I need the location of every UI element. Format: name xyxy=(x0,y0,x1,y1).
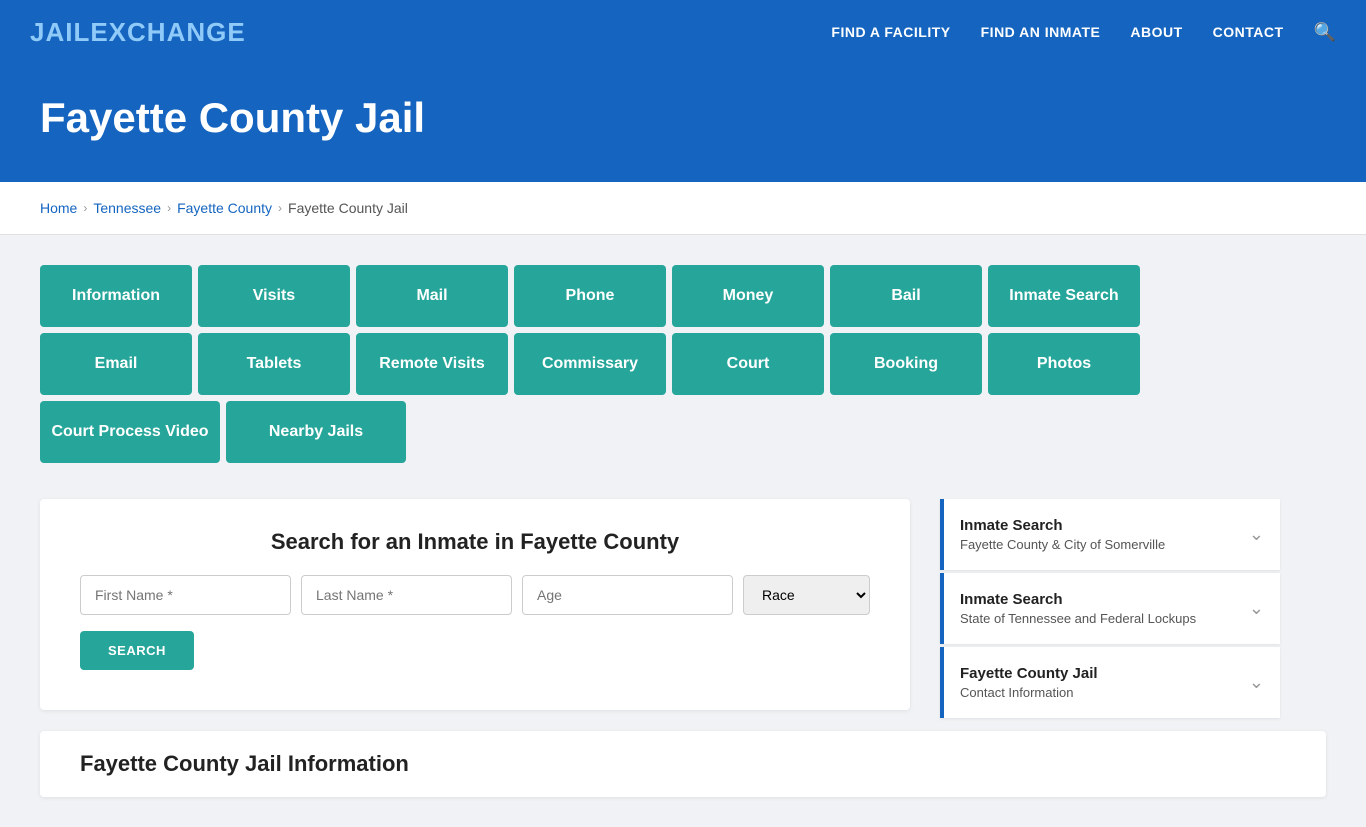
chevron-down-icon: ⌄ xyxy=(1249,524,1264,545)
accordion-fayette-text: Inmate Search Fayette County & City of S… xyxy=(960,517,1165,552)
lower-section: Search for an Inmate in Fayette County R… xyxy=(40,499,1326,721)
accordion-tennessee-subtitle: State of Tennessee and Federal Lockups xyxy=(960,611,1196,626)
tile-phone[interactable]: Phone xyxy=(514,265,666,327)
first-name-input[interactable] xyxy=(80,575,291,615)
tile-money[interactable]: Money xyxy=(672,265,824,327)
breadcrumb-fayette-county[interactable]: Fayette County xyxy=(177,200,272,216)
accordion-fayette-subtitle: Fayette County & City of Somerville xyxy=(960,537,1165,552)
sidebar-accordion: Inmate Search Fayette County & City of S… xyxy=(940,499,1280,721)
accordion-contact-title: Fayette County Jail xyxy=(960,665,1098,682)
tile-inmate-search[interactable]: Inmate Search xyxy=(988,265,1140,327)
tile-row-2: Email Tablets Remote Visits Commissary C… xyxy=(40,333,1140,395)
navbar: JAILEXCHANGE FIND A FACILITY FIND AN INM… xyxy=(0,0,1366,64)
accordion-contact-text: Fayette County Jail Contact Information xyxy=(960,665,1098,700)
accordion-tennessee-search[interactable]: Inmate Search State of Tennessee and Fed… xyxy=(940,573,1280,644)
breadcrumb-sep-3: › xyxy=(278,201,282,215)
tile-row-3: Court Process Video Nearby Jails xyxy=(40,401,406,463)
logo-exchange: EXCHANGE xyxy=(90,17,245,47)
nav-links: FIND A FACILITY FIND AN INMATE ABOUT CON… xyxy=(831,22,1336,43)
breadcrumb-sep-1: › xyxy=(83,201,87,215)
main-content: Information Visits Mail Phone Money Bail… xyxy=(0,235,1366,827)
tile-court[interactable]: Court xyxy=(672,333,824,395)
search-icon[interactable]: 🔍 xyxy=(1314,22,1336,43)
tile-information[interactable]: Information xyxy=(40,265,192,327)
info-heading: Fayette County Jail Information xyxy=(80,751,1286,777)
search-button[interactable]: SEARCH xyxy=(80,631,194,670)
tile-email[interactable]: Email xyxy=(40,333,192,395)
find-inmate-link[interactable]: FIND AN INMATE xyxy=(981,24,1101,40)
chevron-down-icon-3: ⌄ xyxy=(1249,672,1264,693)
tile-visits[interactable]: Visits xyxy=(198,265,350,327)
age-input[interactable] xyxy=(522,575,733,615)
hero-section: Fayette County Jail xyxy=(0,64,1366,182)
info-section: Fayette County Jail Information xyxy=(40,731,1326,797)
last-name-input[interactable] xyxy=(301,575,512,615)
search-fields: Race White Black Hispanic Asian Other xyxy=(80,575,870,615)
tile-booking[interactable]: Booking xyxy=(830,333,982,395)
tile-commissary[interactable]: Commissary xyxy=(514,333,666,395)
accordion-tennessee-title: Inmate Search xyxy=(960,591,1196,608)
tile-row-1: Information Visits Mail Phone Money Bail… xyxy=(40,265,1140,327)
search-box: Search for an Inmate in Fayette County R… xyxy=(40,499,910,710)
tile-tablets[interactable]: Tablets xyxy=(198,333,350,395)
chevron-down-icon-2: ⌄ xyxy=(1249,598,1264,619)
about-link[interactable]: ABOUT xyxy=(1130,24,1182,40)
race-select[interactable]: Race White Black Hispanic Asian Other xyxy=(743,575,870,615)
contact-link[interactable]: CONTACT xyxy=(1213,24,1284,40)
accordion-contact-subtitle: Contact Information xyxy=(960,685,1098,700)
search-heading: Search for an Inmate in Fayette County xyxy=(80,529,870,555)
tile-bail[interactable]: Bail xyxy=(830,265,982,327)
tile-mail[interactable]: Mail xyxy=(356,265,508,327)
breadcrumb-current: Fayette County Jail xyxy=(288,200,408,216)
breadcrumb-home[interactable]: Home xyxy=(40,200,77,216)
site-logo[interactable]: JAILEXCHANGE xyxy=(30,17,246,48)
tile-photos[interactable]: Photos xyxy=(988,333,1140,395)
accordion-fayette-search[interactable]: Inmate Search Fayette County & City of S… xyxy=(940,499,1280,570)
tile-grid: Information Visits Mail Phone Money Bail… xyxy=(40,265,1140,469)
accordion-tennessee-text: Inmate Search State of Tennessee and Fed… xyxy=(960,591,1196,626)
logo-jail: JAIL xyxy=(30,17,90,47)
breadcrumb-tennessee[interactable]: Tennessee xyxy=(93,200,161,216)
breadcrumb-sep-2: › xyxy=(167,201,171,215)
page-title: Fayette County Jail xyxy=(40,94,1326,142)
accordion-contact[interactable]: Fayette County Jail Contact Information … xyxy=(940,647,1280,718)
breadcrumb: Home › Tennessee › Fayette County › Faye… xyxy=(0,182,1366,235)
find-facility-link[interactable]: FIND A FACILITY xyxy=(831,24,950,40)
tile-court-process-video[interactable]: Court Process Video xyxy=(40,401,220,463)
tile-remote-visits[interactable]: Remote Visits xyxy=(356,333,508,395)
accordion-fayette-title: Inmate Search xyxy=(960,517,1165,534)
tile-nearby-jails[interactable]: Nearby Jails xyxy=(226,401,406,463)
